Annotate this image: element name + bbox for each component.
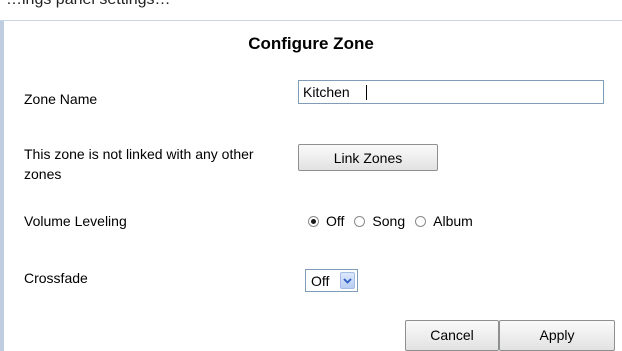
volume-leveling-label: Volume Leveling (24, 213, 127, 229)
radio-selected-dot (311, 218, 316, 224)
radio-album[interactable]: Album (415, 213, 473, 229)
radio-off[interactable]: Off (308, 213, 344, 229)
radio-button-album[interactable] (415, 215, 427, 227)
radio-button-off[interactable] (308, 215, 319, 227)
zone-name-input[interactable] (298, 80, 604, 104)
chevron-down-glyph (343, 277, 352, 284)
partial-header-text: …ings panel settings… (6, 0, 171, 9)
radio-album-label: Album (433, 213, 473, 229)
zone-name-label: Zone Name (24, 91, 98, 107)
crossfade-select[interactable]: Off (305, 269, 358, 292)
radio-song[interactable]: Song (354, 213, 405, 229)
text-caret (366, 85, 367, 100)
window-left-edge (0, 21, 4, 351)
chevron-down-icon[interactable] (340, 272, 355, 289)
radio-off-label: Off (326, 213, 345, 229)
link-zones-button[interactable]: Link Zones (298, 144, 438, 171)
apply-button[interactable]: Apply (499, 320, 615, 351)
cancel-button[interactable]: Cancel (405, 320, 499, 351)
top-partial-strip: …ings panel settings… (0, 0, 622, 22)
link-status-text: This zone is not linked with any other z… (24, 146, 254, 182)
volume-leveling-radio-group: Off Song Album (308, 210, 483, 232)
top-divider (0, 20, 622, 21)
radio-song-label: Song (372, 213, 406, 229)
crossfade-selected-value: Off (311, 272, 330, 289)
radio-button-song[interactable] (354, 215, 366, 227)
dialog-title: Configure Zone (248, 34, 374, 53)
crossfade-label: Crossfade (24, 270, 88, 286)
